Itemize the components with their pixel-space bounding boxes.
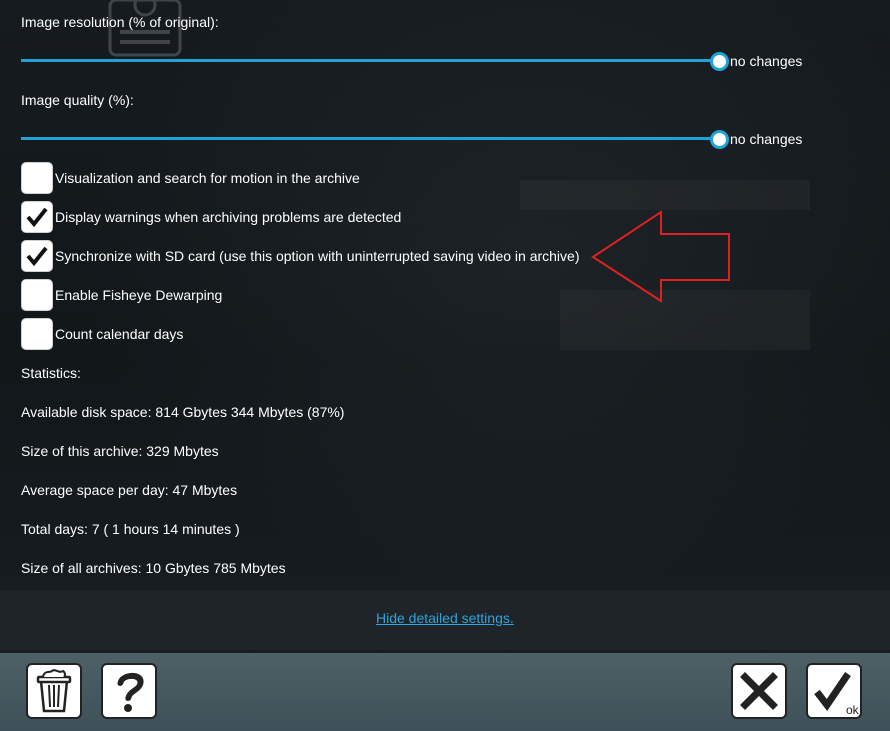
checkbox[interactable] [21,201,53,233]
image-resolution-slider[interactable] [21,51,729,71]
archive-size: Size of this archive: 329 Mbytes [21,443,219,459]
image-resolution-label: Image resolution (% of original): [21,14,219,30]
ok-button[interactable]: ok [806,663,862,719]
check-icon [26,207,48,228]
image-resolution-value: no changes [730,53,803,69]
option-label: Synchronize with SD card (use this optio… [55,248,580,264]
option-label: Enable Fisheye Dewarping [55,287,223,303]
option-label: Visualization and search for motion in t… [55,170,360,186]
statistics-heading: Statistics: [21,365,81,381]
trash-icon [36,669,72,713]
checkmark-icon: ok [814,672,860,717]
check-icon [26,246,48,267]
slider-thumb[interactable] [710,52,729,71]
all-archives-size: Size of all archives: 10 Gbytes 785 Mbyt… [21,560,286,576]
checkbox[interactable] [21,279,53,311]
image-quality-label: Image quality (%): [21,92,134,108]
ok-label: ok [846,703,860,717]
slider-track [21,137,720,140]
close-icon [740,672,778,710]
help-button[interactable] [101,663,157,719]
slider-track [21,59,720,62]
checkbox[interactable] [21,162,53,194]
checkbox[interactable] [21,318,53,350]
option-label: Display warnings when archiving problems… [55,209,402,225]
checkbox[interactable] [21,240,53,272]
footer-toolbar: ok [0,653,890,731]
image-quality-slider[interactable] [21,129,729,149]
total-days: Total days: 7 ( 1 hours 14 minutes ) [21,521,240,537]
delete-archive-button[interactable] [26,663,82,719]
average-space-per-day: Average space per day: 47 Mbytes [21,482,238,498]
image-quality-value: no changes [730,131,803,147]
annotation-arrow-icon [591,210,730,303]
option-label: Count calendar days [55,326,184,342]
slider-thumb[interactable] [710,130,729,149]
cancel-button[interactable] [731,663,787,719]
question-mark-icon [117,672,144,712]
hide-detailed-settings-link[interactable]: Hide detailed settings. [376,610,514,626]
available-disk-space: Available disk space: 814 Gbytes 344 Mby… [21,404,345,420]
